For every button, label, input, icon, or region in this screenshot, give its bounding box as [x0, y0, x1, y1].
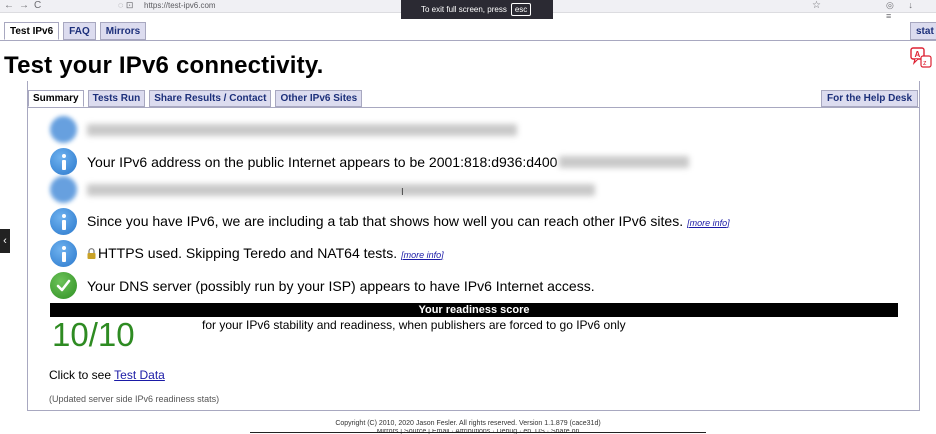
result-row-dns: Your DNS server (possibly run by your IS…	[50, 272, 595, 299]
fullscreen-toast-text: To exit full screen, press	[421, 5, 507, 14]
other-sites-message: Since you have IPv6, we are including a …	[87, 212, 684, 229]
test-data-line: Click to see Test Data	[49, 368, 165, 382]
updated-stats-note: (Updated server side IPv6 readiness stat…	[49, 394, 220, 404]
result-row-other-sites: Since you have IPv6, we are including a …	[50, 208, 730, 235]
sub-tabs-divider	[27, 107, 920, 108]
footer-rule	[250, 432, 706, 433]
readiness-description: for your IPv6 stability and readiness, w…	[202, 318, 626, 332]
result-row-blurred-1	[50, 116, 517, 143]
url-bar[interactable]: https://test-ipv6.com	[144, 0, 216, 11]
fullscreen-toast: To exit full screen, press esc	[401, 0, 553, 19]
page-title: Test your IPv6 connectivity.	[4, 52, 324, 79]
other-sites-text: Since you have IPv6, we are including a …	[87, 213, 730, 231]
sub-tabs: Summary Tests Run Share Results / Contac…	[28, 90, 363, 107]
https-message: HTTPS used. Skipping Teredo and NAT64 te…	[98, 244, 398, 261]
test-data-link[interactable]: Test Data	[114, 368, 165, 382]
ipv6-address-text: Your IPv6 address on the public Internet…	[87, 153, 558, 170]
lock-icon	[87, 247, 96, 259]
footer-copyright: Copyright (C) 2010, 2020 Jason Fesler. A…	[335, 420, 601, 427]
esc-key-badge: esc	[510, 3, 532, 16]
info-icon	[50, 148, 77, 175]
tab-help-desk[interactable]: For the Help Desk	[821, 90, 919, 107]
browser-nav-buttons[interactable]: ←→C	[4, 0, 46, 11]
readiness-score: 10/10	[52, 316, 135, 353]
tab-tests-run[interactable]: Tests Run	[87, 90, 146, 107]
tab-test-ipv6[interactable]: Test IPv6	[4, 22, 60, 40]
tab-summary[interactable]: Summary	[28, 90, 84, 107]
tab-mirrors[interactable]: Mirrors	[99, 22, 147, 40]
redacted-text	[87, 123, 517, 136]
result-row-https: HTTPS used. Skipping Teredo and NAT64 te…	[50, 240, 444, 267]
checkmark-glyph	[56, 279, 71, 292]
info-icon	[50, 176, 77, 203]
checkmark-icon	[50, 272, 77, 299]
text-cursor-icon: I	[401, 187, 404, 198]
svg-text:A: A	[915, 50, 921, 59]
redacted-address-suffix	[559, 155, 690, 168]
https-text: HTTPS used. Skipping Teredo and NAT64 te…	[87, 245, 444, 263]
info-icon	[50, 116, 77, 143]
bookmark-star-icon[interactable]: ☆	[812, 0, 821, 11]
test-data-prefix: Click to see	[49, 368, 112, 382]
info-icon	[50, 240, 77, 267]
dns-text: Your DNS server (possibly run by your IS…	[87, 277, 595, 294]
redacted-text	[87, 183, 595, 196]
top-tabs: Test IPv6 FAQ Mirrors	[4, 22, 147, 40]
top-tabs-divider	[0, 40, 936, 41]
toolbar-right-icons[interactable]: ◎ ↓ ≡	[886, 0, 936, 22]
tab-faq[interactable]: FAQ	[63, 22, 96, 40]
tab-other-ipv6-sites[interactable]: Other IPv6 Sites	[275, 90, 363, 107]
translate-icon[interactable]: A z	[910, 47, 932, 69]
result-row-ipv6-address: Your IPv6 address on the public Internet…	[50, 148, 690, 175]
url-bar-icons: ◌ ⊡	[118, 0, 134, 10]
tab-share-results[interactable]: Share Results / Contact	[149, 90, 272, 107]
info-icon	[50, 208, 77, 235]
result-row-blurred-2	[50, 176, 595, 203]
svg-text:z: z	[923, 60, 927, 67]
tab-stats[interactable]: stat	[910, 22, 936, 40]
chevron-left-icon[interactable]: ‹	[0, 229, 10, 253]
readiness-score-bar: Your readiness score	[50, 303, 898, 317]
more-info-link[interactable]: [more info]	[687, 218, 730, 228]
more-info-link[interactable]: [more info]	[401, 250, 444, 260]
